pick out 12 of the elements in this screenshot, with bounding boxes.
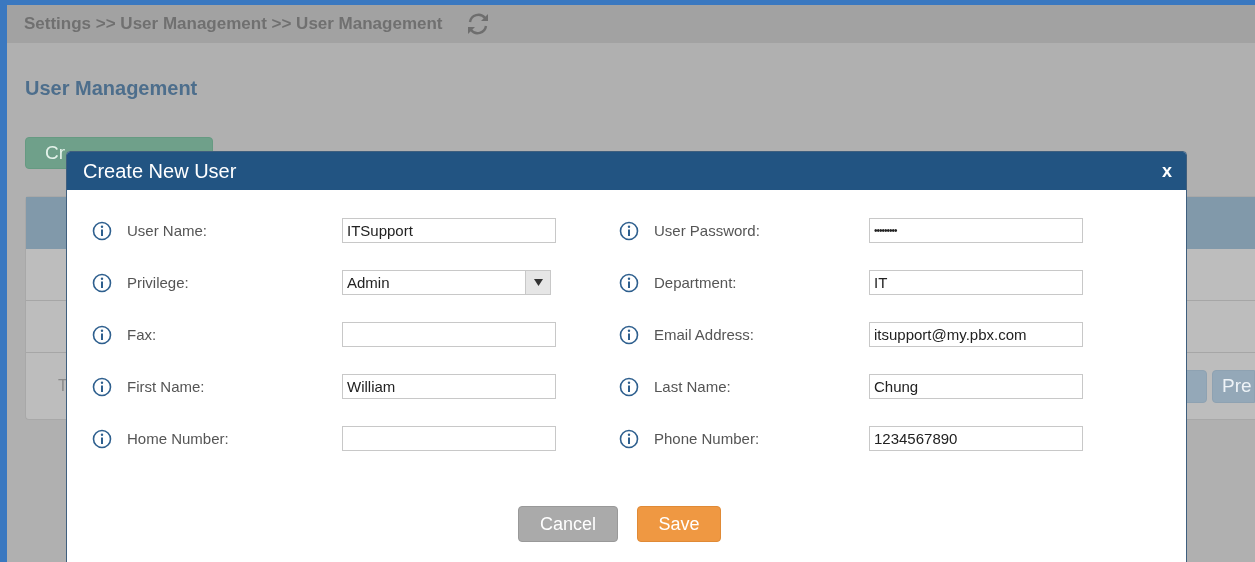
field-label: First Name: (127, 378, 206, 395)
field-label: Phone Number: (654, 430, 761, 447)
dialog-title: Create New User (83, 159, 237, 183)
field-label: Privilege: (127, 274, 190, 291)
field-label: Email Address: (654, 326, 756, 343)
field-label: Fax: (127, 326, 158, 343)
field-label: Last Name: (654, 378, 732, 395)
field-label: User Name: (127, 222, 209, 239)
field-label: User Password: (654, 222, 761, 239)
page-title: User Management (25, 77, 199, 100)
field-label: Home Number: (127, 430, 230, 447)
field-label: Department: (654, 274, 738, 291)
